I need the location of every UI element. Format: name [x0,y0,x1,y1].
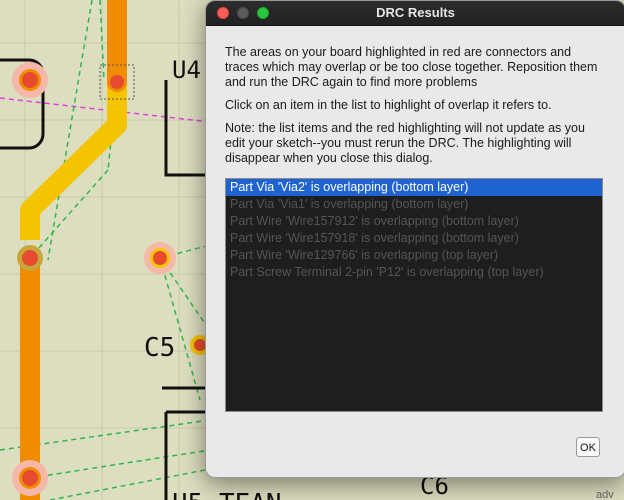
dialog-title: DRC Results [376,5,455,20]
label-c5: C5 [144,333,175,363]
list-item[interactable]: Part Via 'Via1' is overlapping (bottom l… [226,196,602,213]
label-u4: U4 [172,56,201,84]
message-paragraph: Click on an item in the list to highligh… [225,98,552,112]
list-item[interactable]: Part Screw Terminal 2-pin 'P12' is overl… [226,264,602,281]
list-item[interactable]: Part Via 'Via2' is overlapping (bottom l… [226,179,602,196]
pad-a[interactable] [12,62,48,98]
pad-b[interactable] [144,242,176,274]
dialog-message: The areas on your board highlighted in r… [225,45,605,174]
silkscreen [162,80,206,500]
message-paragraph: Note: the list items and the red highlig… [225,121,585,165]
drc-results-list[interactable]: Part Via 'Via2' is overlapping (bottom l… [225,178,603,412]
list-item[interactable]: Part Wire 'Wire157918' is overlapping (b… [226,230,602,247]
label-u5: U5 TEAN [172,489,282,500]
label-adv: adv [596,489,614,500]
title-bar: DRC Results [206,1,624,26]
ok-button[interactable]: OK [576,437,600,457]
via1[interactable] [17,245,43,271]
drc-results-dialog: DRC Results The areas on your board high… [205,0,624,478]
list-item[interactable]: Part Wire 'Wire129766' is overlapping (t… [226,247,602,264]
pad-c[interactable] [12,460,48,496]
message-paragraph: The areas on your board highlighted in r… [225,45,598,89]
list-item[interactable]: Part Wire 'Wire157912' is overlapping (b… [226,213,602,230]
